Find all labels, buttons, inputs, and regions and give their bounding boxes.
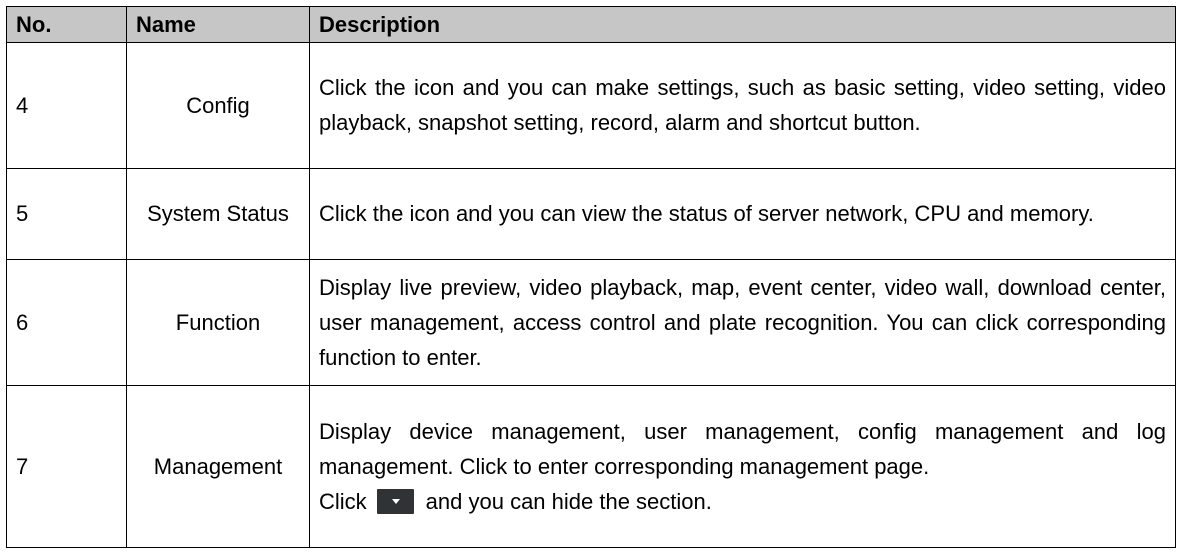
table-row: 7 Management Display device management, … <box>6 384 1176 549</box>
table-row: 6 Function Display live preview, video p… <box>6 258 1176 386</box>
row-description-cell: Display device management, user manageme… <box>309 384 1176 549</box>
row-description: Display device management, user manageme… <box>319 418 1166 479</box>
row-number: 6 <box>6 258 127 386</box>
row-name: Config <box>126 42 310 169</box>
description-table: No. Name Description 4 Config Click the … <box>6 6 1176 549</box>
header-no: No. <box>6 6 127 43</box>
row-number: 5 <box>6 167 127 260</box>
instruction-suffix: and you can hide the section. <box>425 488 712 514</box>
table-header-row: No. Name Description <box>6 6 1176 43</box>
dropdown-arrow-icon <box>376 488 414 514</box>
row-description: Click the icon and you can make settings… <box>309 42 1176 169</box>
table-row: 5 System Status Click the icon and you c… <box>6 167 1176 260</box>
header-name: Name <box>126 6 310 43</box>
instruction-prefix: Click <box>319 488 367 514</box>
row-number: 7 <box>6 384 127 549</box>
row-name: System Status <box>126 167 310 260</box>
row-description: Display live preview, video playback, ma… <box>309 258 1176 386</box>
row-number: 4 <box>6 42 127 169</box>
hide-section-instruction: Click and you can hide the section. <box>319 484 1166 519</box>
row-name: Management <box>126 384 310 549</box>
row-description: Click the icon and you can view the stat… <box>309 167 1176 260</box>
table-row: 4 Config Click the icon and you can make… <box>6 42 1176 169</box>
row-name: Function <box>126 258 310 386</box>
header-description: Description <box>309 6 1176 43</box>
